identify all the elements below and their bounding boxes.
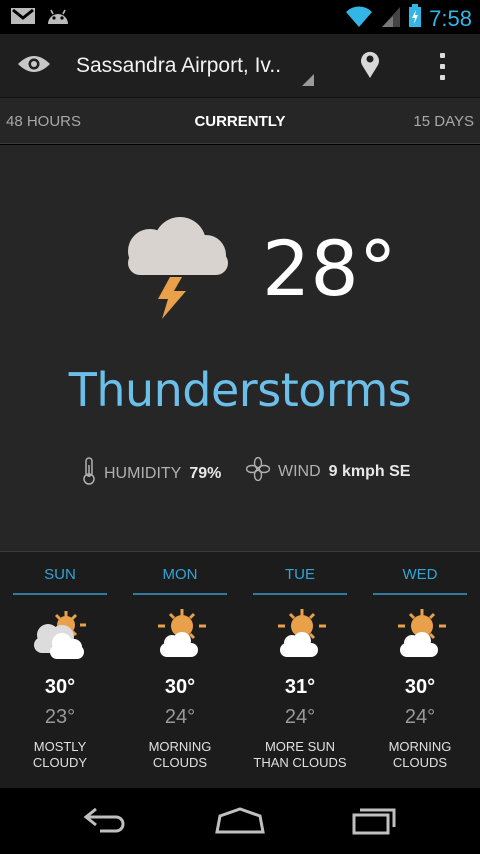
forecast-day[interactable]: TUE 31° 24° MORE SUN THAN CLOUDS: [240, 552, 360, 789]
day-divider: [133, 593, 227, 595]
signal-icon: [381, 4, 401, 33]
day-divider: [373, 593, 467, 595]
day-divider: [253, 593, 347, 595]
recent-apps-button[interactable]: [346, 804, 402, 840]
humidity-value: 79%: [189, 464, 222, 482]
forecast-day[interactable]: MON 30° 24° MORNING CLOUDS: [120, 552, 240, 789]
recent-apps-icon: [350, 805, 398, 840]
overflow-menu-button[interactable]: [424, 46, 460, 86]
back-icon: [82, 805, 130, 840]
day-name: SUN: [44, 566, 76, 583]
day-high-temp: 31°: [284, 676, 316, 698]
location-button[interactable]: [350, 46, 390, 86]
status-time: 7:58: [429, 5, 472, 31]
battery-icon: [409, 4, 422, 33]
forecast-strip: SUN 30° 23° MOSTLY CLOUDY MON 30° 24° MO…: [0, 551, 480, 788]
details-row: HUMIDITY 79% WIND 9 kmph SE: [0, 451, 480, 487]
day-high-temp: 30°: [44, 676, 76, 698]
partly-sunny-icon: [150, 607, 210, 667]
tab-15-days[interactable]: 15 DAYS: [413, 113, 474, 130]
wind: WIND 9 kmph SE: [245, 456, 411, 486]
location-name: Sassandra Airport, Iv..: [76, 54, 282, 77]
partly-sunny-icon: [270, 607, 330, 667]
day-low-temp: 23°: [44, 706, 76, 728]
tab-strip: 48 HOURS CURRENTLY 15 DAYS: [0, 98, 480, 144]
status-bar: 7:58: [0, 0, 480, 34]
current-condition: Thunderstorms: [68, 363, 412, 417]
mostly-cloudy-icon: [30, 607, 90, 667]
spinner-arrow-icon: [302, 74, 314, 86]
day-description: MORNING CLOUDS: [148, 739, 212, 770]
humidity-label: HUMIDITY: [104, 464, 182, 482]
day-name: WED: [402, 566, 438, 583]
home-button[interactable]: [212, 804, 268, 840]
day-high-temp: 30°: [404, 676, 436, 698]
wind-value: 9 kmph SE: [328, 462, 411, 480]
action-bar: Sassandra Airport, Iv..: [0, 34, 480, 98]
humidity: HUMIDITY 79%: [82, 457, 221, 490]
android-icon: [46, 6, 70, 31]
gmail-icon: [10, 6, 36, 31]
overflow-menu-icon: [439, 52, 445, 58]
day-name: TUE: [285, 566, 315, 583]
day-low-temp: 24°: [164, 706, 196, 728]
day-description: MORE SUN THAN CLOUDS: [253, 739, 347, 770]
forecast-day[interactable]: SUN 30° 23° MOSTLY CLOUDY: [0, 552, 120, 789]
wind-label: WIND: [278, 462, 321, 480]
day-name: MON: [162, 566, 198, 583]
location-pin-icon: [359, 49, 381, 84]
day-description: MORNING CLOUDS: [388, 739, 452, 770]
day-description: MOSTLY CLOUDY: [32, 739, 88, 770]
thermometer-icon: [82, 457, 96, 490]
fan-icon: [245, 456, 271, 486]
back-button[interactable]: [78, 804, 134, 840]
partly-sunny-icon: [390, 607, 450, 667]
forecast-day[interactable]: WED 30° 24° MORNING CLOUDS: [360, 552, 480, 789]
navigation-bar: [0, 788, 480, 854]
wifi-icon: [345, 4, 373, 33]
view-toggle-button[interactable]: [14, 48, 54, 84]
day-high-temp: 30°: [164, 676, 196, 698]
tab-currently[interactable]: CURRENTLY: [0, 113, 480, 130]
eye-icon: [17, 54, 51, 79]
day-low-temp: 24°: [404, 706, 436, 728]
current-conditions: 28° Thunderstorms HUMIDITY 79% WIND 9 km…: [0, 145, 480, 551]
thunderstorm-icon: [118, 215, 234, 327]
current-temperature: 28°: [262, 224, 397, 313]
day-divider: [13, 593, 107, 595]
location-spinner[interactable]: Sassandra Airport, Iv..: [62, 42, 318, 92]
day-low-temp: 24°: [284, 706, 316, 728]
home-icon: [214, 806, 266, 839]
